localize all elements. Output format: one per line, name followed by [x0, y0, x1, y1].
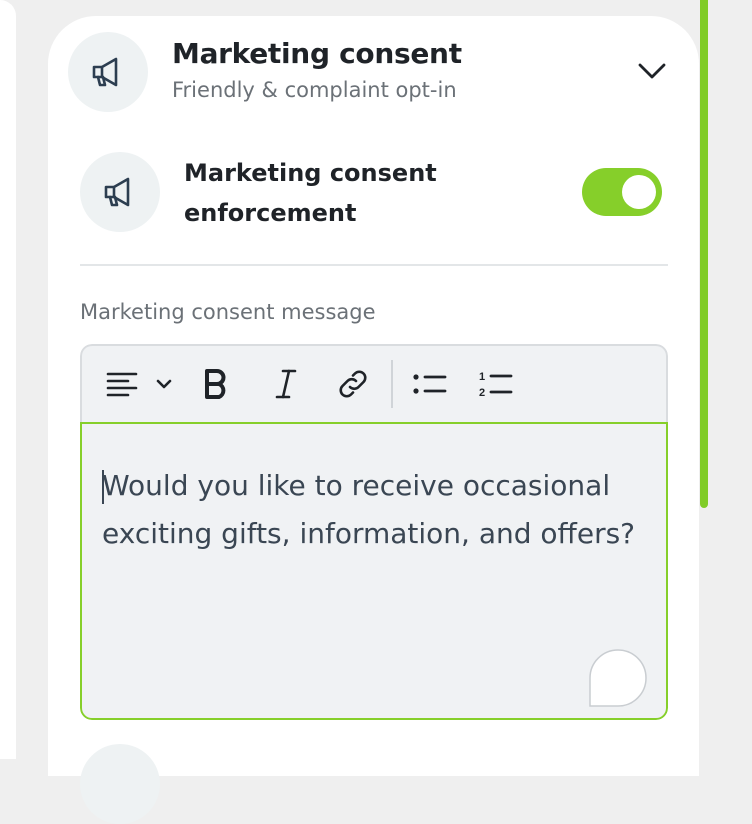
expand-button[interactable]: [632, 56, 672, 86]
toolbar-separator: [391, 360, 393, 408]
numbered-list-icon: 1 2: [479, 371, 513, 399]
numbered-list-button[interactable]: 1 2: [476, 364, 516, 404]
italic-button[interactable]: [266, 364, 306, 404]
link-icon: [339, 370, 367, 398]
chat-bubble-icon[interactable]: [586, 648, 648, 708]
message-textarea[interactable]: Would you like to receive occasional exc…: [80, 422, 668, 720]
toggle-knob: [622, 175, 656, 209]
align-dropdown[interactable]: [150, 364, 178, 404]
section-subtitle: Friendly & complaint opt-in: [172, 78, 457, 102]
megaphone-icon: [104, 177, 130, 207]
bold-button[interactable]: [196, 364, 236, 404]
align-left-icon: [106, 372, 138, 397]
rich-text-editor: 1 2 Would you like to receive occasional…: [80, 344, 668, 720]
left-panel: [0, 0, 16, 759]
header-icon-container: [68, 32, 148, 112]
link-button[interactable]: [332, 364, 374, 404]
bullet-list-button[interactable]: [410, 364, 450, 404]
editor-toolbar: 1 2: [80, 344, 668, 422]
section-title: Marketing consent: [172, 37, 462, 70]
message-text[interactable]: Would you like to receive occasional exc…: [102, 462, 662, 558]
message-field-label: Marketing consent message: [80, 300, 376, 324]
setting-icon-container: [80, 152, 160, 232]
consent-enforcement-toggle[interactable]: [582, 168, 662, 216]
setting-label: Marketing consent enforcement: [184, 159, 437, 227]
divider: [80, 264, 668, 266]
bold-icon: [205, 369, 226, 399]
bullet-list-icon: [413, 374, 447, 394]
align-button[interactable]: [102, 364, 142, 404]
megaphone-icon: [92, 57, 118, 87]
chevron-down-icon: [638, 63, 666, 79]
chevron-down-icon: [156, 379, 172, 389]
svg-text:2: 2: [479, 387, 485, 399]
italic-icon: [275, 369, 297, 399]
svg-text:1: 1: [479, 371, 485, 383]
scrollbar-thumb[interactable]: [700, 0, 708, 508]
next-item-icon: [80, 744, 160, 824]
